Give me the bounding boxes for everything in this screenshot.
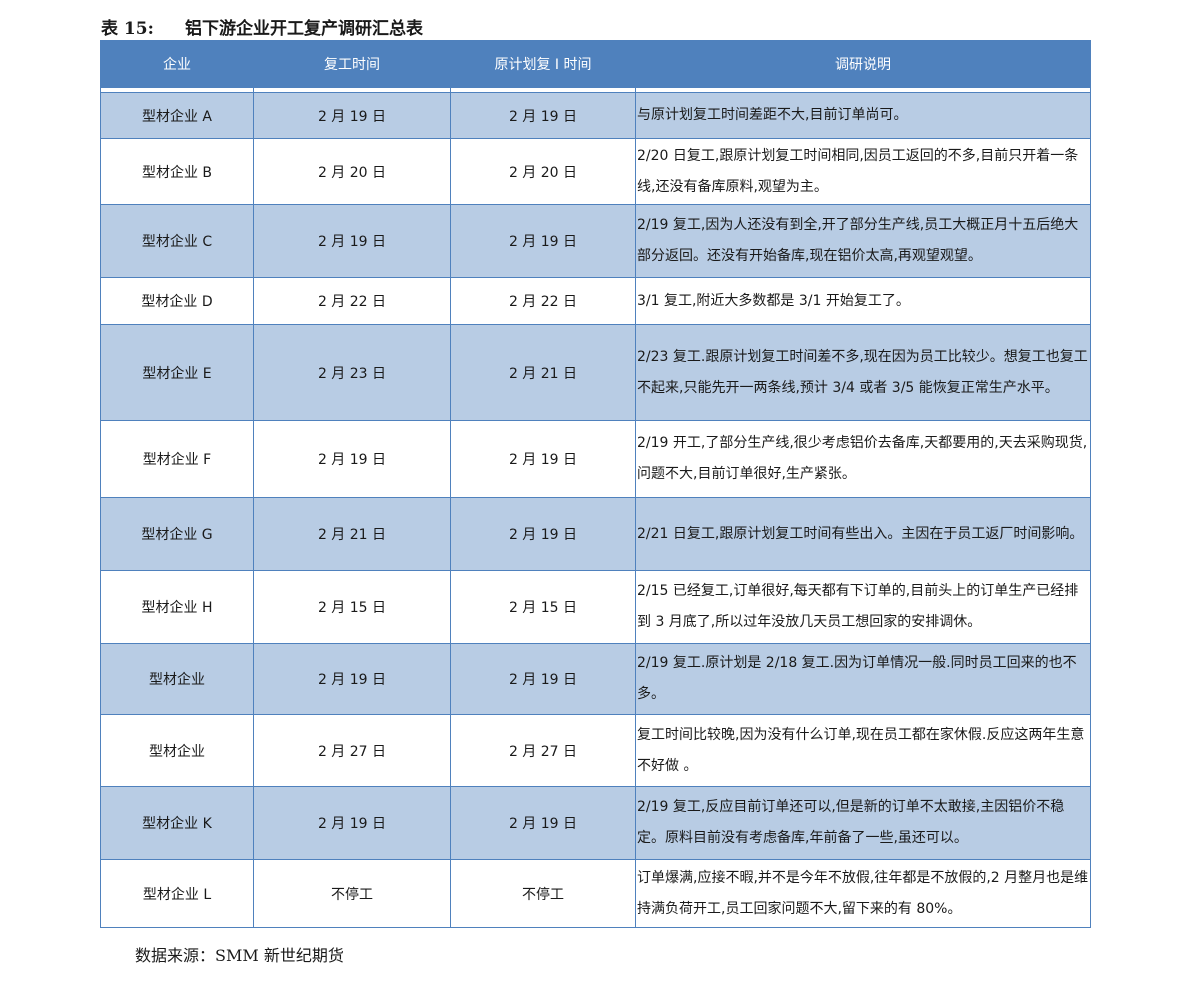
resume-time-cell: 2 月 20 日 bbox=[253, 138, 451, 205]
company-cell: 型材企业 C bbox=[100, 204, 254, 278]
table-row: 型材企业 E2 月 23 日2 月 21 日 2/23 复工.跟原计划复工时间差不… bbox=[100, 324, 1091, 421]
resume-time-cell: 2 月 19 日 bbox=[253, 92, 451, 139]
planned-time-cell: 2 月 19 日 bbox=[450, 497, 636, 571]
table-row: 型材企业 H2 月 15 日2 月 15 日 2/15 已经复工,订单很好,每天都… bbox=[100, 570, 1091, 644]
table-caption: 表 15: 铝下游企业开工复产调研汇总表 bbox=[101, 16, 423, 42]
resume-time-cell: 2 月 19 日 bbox=[253, 204, 451, 278]
resume-time-cell: 2 月 19 日 bbox=[253, 420, 451, 498]
company-cell: 型材企业 K bbox=[100, 786, 254, 860]
resume-time-cell: 不停工 bbox=[253, 859, 451, 928]
header-row: 企业 复工时间 原计划复 I 时间 调研说明 bbox=[100, 40, 1091, 88]
survey-note-cell: 2/19 开工,了部分生产线,很少考虑铝价去备库,天都要用的,天去采购现货,问题… bbox=[635, 420, 1091, 498]
survey-note-cell: 2/23 复工.跟原计划复工时间差不多,现在因为员工比较少。想复工也复工不起来,… bbox=[635, 324, 1091, 421]
survey-note-cell: 订单爆满,应接不暇,并不是今年不放假,往年都是不放假的,2 月整月也是维持满负荷… bbox=[635, 859, 1091, 928]
planned-time-cell: 2 月 22 日 bbox=[450, 277, 636, 325]
header-planned-time: 原计划复 I 时间 bbox=[450, 40, 636, 88]
planned-time-cell: 2 月 15 日 bbox=[450, 570, 636, 644]
table-row: 型材企业 G2 月 21 日2 月 19 日 2/21 日复工,跟原计划复工时间有… bbox=[100, 497, 1091, 571]
table-row: 型材企业 K2 月 19 日2 月 19 日 2/19 复工,反应目前订单还可以,… bbox=[100, 786, 1091, 860]
company-cell: 型材企业 D bbox=[100, 277, 254, 325]
table-row: 型材企业 L 不停工 不停工 订单爆满,应接不暇,并不是今年不放假,往年都是不放假的,… bbox=[100, 859, 1091, 928]
resume-time-cell: 2 月 19 日 bbox=[253, 643, 451, 715]
company-cell: 型材企业 H bbox=[100, 570, 254, 644]
survey-note-cell: 2/19 复工,反应目前订单还可以,但是新的订单不太敢接,主因铝价不稳定。原料目… bbox=[635, 786, 1091, 860]
company-cell: 型材企业 F bbox=[100, 420, 254, 498]
company-cell: 型材企业 L bbox=[100, 859, 254, 928]
planned-time-cell: 2 月 27 日 bbox=[450, 714, 636, 787]
table-number: 表 15: bbox=[101, 19, 154, 39]
planned-time-cell: 2 月 20 日 bbox=[450, 138, 636, 205]
survey-note-cell: 3/1 复工,附近大多数都是 3/1 开始复工了。 bbox=[635, 277, 1091, 325]
resume-time-cell: 2 月 22 日 bbox=[253, 277, 451, 325]
survey-note-cell: 2/15 已经复工,订单很好,每天都有下订单的,目前头上的订单生产已经排到 3 … bbox=[635, 570, 1091, 644]
planned-time-cell: 2 月 21 日 bbox=[450, 324, 636, 421]
resume-time-cell: 2 月 23 日 bbox=[253, 324, 451, 421]
planned-time-cell: 不停工 bbox=[450, 859, 636, 928]
survey-note-cell: 与原计划复工时间差距不大,目前订单尚可。 bbox=[635, 92, 1091, 139]
survey-note-cell: 复工时间比较晚,因为没有什么订单,现在员工都在家休假.反应这两年生意不好做 。 bbox=[635, 714, 1091, 787]
table-row: 型材企业 A2 月 19 日2 月 19 日与原计划复工时间差距不大,目前订单尚… bbox=[100, 92, 1091, 139]
company-cell: 型材企业 A bbox=[100, 92, 254, 139]
table-row: 型材企业 C2 月 19 日2 月 19 日 2/19 复工,因为人还没有到全,开… bbox=[100, 204, 1091, 278]
resume-time-cell: 2 月 19 日 bbox=[253, 786, 451, 860]
planned-time-cell: 2 月 19 日 bbox=[450, 643, 636, 715]
table-title: 铝下游企业开工复产调研汇总表 bbox=[185, 19, 423, 39]
survey-note-cell: 2/21 日复工,跟原计划复工时间有些出入。主因在于员工返厂时间影响。 bbox=[635, 497, 1091, 571]
planned-time-cell: 2 月 19 日 bbox=[450, 420, 636, 498]
resume-time-cell: 2 月 21 日 bbox=[253, 497, 451, 571]
survey-note-cell: 2/20 日复工,跟原计划复工时间相同,因员工返回的不多,目前只开着一条线,还没… bbox=[635, 138, 1091, 205]
survey-table: 企业 复工时间 原计划复 I 时间 调研说明 型材企业 A2 月 19 日2 月… bbox=[100, 40, 1091, 928]
resume-time-cell: 2 月 15 日 bbox=[253, 570, 451, 644]
survey-note-cell: 2/19 复工.原计划是 2/18 复工.因为订单情况一般.同时员工回来的也不多… bbox=[635, 643, 1091, 715]
table-row: 型材企业 F2 月 19 日2 月 19 日 2/19 开工,了部分生产线,很少考… bbox=[100, 420, 1091, 498]
table-row: 型材企业 2 月 27 日2 月 27 日复工时间比较晚,因为没有什么订单,现在员… bbox=[100, 714, 1091, 787]
company-cell: 型材企业 G bbox=[100, 497, 254, 571]
resume-time-cell: 2 月 27 日 bbox=[253, 714, 451, 787]
table-row: 型材企业 2 月 19 日2 月 19 日 2/19 复工.原计划是 2/18 复工… bbox=[100, 643, 1091, 715]
header-company: 企业 bbox=[100, 40, 254, 88]
planned-time-cell: 2 月 19 日 bbox=[450, 786, 636, 860]
company-cell: 型材企业 bbox=[100, 643, 254, 715]
table-row: 型材企业 D2 月 22 日2 月 22 日 3/1 复工,附近大多数都是 3/1… bbox=[100, 277, 1091, 325]
company-cell: 型材企业 B bbox=[100, 138, 254, 205]
header-resume-time: 复工时间 bbox=[253, 40, 451, 88]
planned-time-cell: 2 月 19 日 bbox=[450, 204, 636, 278]
survey-note-cell: 2/19 复工,因为人还没有到全,开了部分生产线,员工大概正月十五后绝大部分返回… bbox=[635, 204, 1091, 278]
data-source: 数据来源：SMM 新世纪期货 bbox=[135, 946, 344, 965]
planned-time-cell: 2 月 19 日 bbox=[450, 92, 636, 139]
company-cell: 型材企业 E bbox=[100, 324, 254, 421]
company-cell: 型材企业 bbox=[100, 714, 254, 787]
table-row: 型材企业 B2 月 20 日2 月 20 日 2/20 日复工,跟原计划复工时间相… bbox=[100, 138, 1091, 205]
header-survey-note: 调研说明 bbox=[635, 40, 1091, 88]
